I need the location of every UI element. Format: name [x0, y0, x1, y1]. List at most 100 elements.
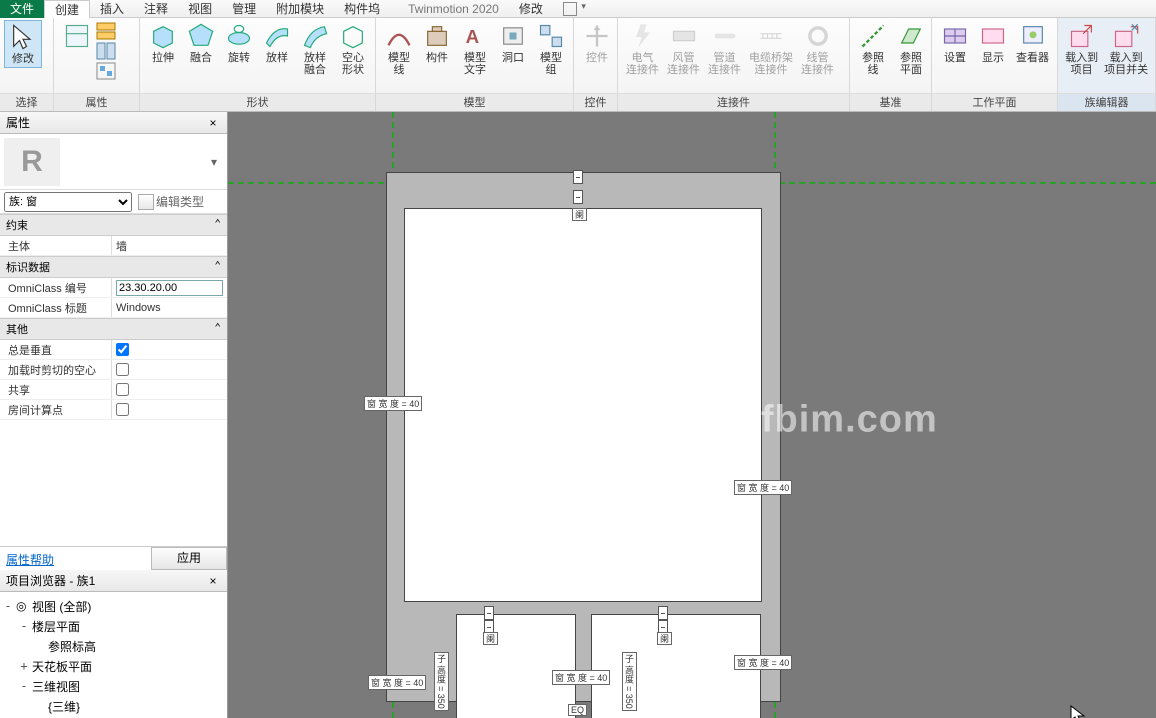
swept-blend-button[interactable]: 放样 融合 [296, 20, 334, 78]
menu-tab-goujianwu[interactable]: 构件坞 [334, 0, 390, 18]
height-tag[interactable]: 子 高度 = 350 [434, 652, 449, 711]
ribbon-group-model: 模型 线 构件 A模型 文字 洞口 模型 组 模型 [376, 18, 574, 111]
elec-icon [629, 22, 657, 50]
project-browser-header[interactable]: 项目浏览器 - 族1 × [0, 570, 227, 592]
drawing-canvas[interactable]: 阑 窗 宽 度 = 40 窗 宽 度 = 40 窗 宽 度 = 40 窗 宽 度… [228, 112, 1156, 718]
ref-line-button[interactable]: 参照 线 [854, 20, 892, 78]
section-constraint[interactable]: 约束⌃ [0, 214, 227, 236]
prop-row-host[interactable]: 主体墙 [0, 236, 227, 256]
void-button[interactable]: 空心 形状 [334, 20, 372, 78]
show-wp-icon [979, 22, 1007, 50]
menu-tab-create[interactable]: 创建 [44, 0, 90, 18]
type-props-icon[interactable] [96, 62, 116, 80]
tree-ceiling-label: 天花板平面 [32, 658, 92, 675]
viewer-wp-button[interactable]: 查看器 [1012, 20, 1053, 66]
prop-row-roomcalc[interactable]: 房间计算点 [0, 400, 227, 420]
family-category-icon[interactable] [96, 42, 116, 60]
ref-line-label: 参照 线 [862, 52, 884, 76]
properties-help-link[interactable]: 属性帮助 [0, 547, 60, 570]
section-other[interactable]: 其他⌃ [0, 318, 227, 340]
project-browser[interactable]: -◎视图 (全部) -楼层平面 参照标高 +天花板平面 -三维视图 {三维} [0, 592, 227, 718]
modify-label: 修改 [12, 53, 34, 65]
prop-row-vertical[interactable]: 总是垂直 [0, 340, 227, 360]
tree-node-3dviews[interactable]: -三维视图 [2, 676, 225, 696]
tree-node-views[interactable]: -◎视图 (全部) [2, 596, 225, 616]
roomcalc-checkbox[interactable] [116, 403, 129, 416]
dim-tag[interactable]: 窗 宽 度 = 40 [364, 396, 422, 411]
vertical-checkbox[interactable] [116, 343, 129, 356]
dim-tag[interactable]: 窗 宽 度 = 40 [552, 670, 610, 685]
close-icon[interactable]: × [205, 115, 221, 131]
dim-tag[interactable]: 窗 宽 度 = 40 [368, 675, 426, 690]
extrude-button[interactable]: 拉伸 [144, 20, 182, 66]
ref-plane-label: 参照 平面 [900, 52, 922, 76]
properties-header[interactable]: 属性 × [0, 112, 227, 134]
apply-button[interactable]: 应用 [151, 547, 227, 570]
room-main[interactable] [404, 208, 762, 602]
chevron-icon: ⌃ [214, 259, 221, 275]
prop-row-cutvoid[interactable]: 加载时剪切的空心 [0, 360, 227, 380]
load-close-button[interactable]: 载入到 项目并关 [1101, 20, 1151, 78]
menu-tab-twinmotion[interactable]: Twinmotion 2020 [398, 0, 509, 18]
tree-node-floorplans[interactable]: -楼层平面 [2, 616, 225, 636]
model-line-button[interactable]: 模型 线 [380, 20, 418, 78]
section-identity[interactable]: 标识数据⌃ [0, 256, 227, 278]
menu-tab-modify[interactable]: 修改 [509, 0, 553, 18]
type-preview[interactable]: R ▾ [0, 134, 227, 190]
dim-tag[interactable]: 窗 宽 度 = 40 [734, 480, 792, 495]
host-value[interactable]: 墙 [112, 236, 227, 255]
dim-tag-eq[interactable]: EQ [568, 704, 587, 716]
room-lower-left[interactable] [456, 614, 576, 718]
set-wp-button[interactable]: 设置 [936, 20, 974, 66]
tree-node-ceilingplans[interactable]: +天花板平面 [2, 656, 225, 676]
conduit-icon [804, 22, 832, 50]
show-wp-button[interactable]: 显示 [974, 20, 1012, 66]
ref-plane-button[interactable]: 参照 平面 [892, 20, 930, 78]
omniclass-number-input[interactable] [116, 280, 223, 296]
void-icon [339, 22, 367, 50]
menu-tab-manage[interactable]: 管理 [222, 0, 266, 18]
cutvoid-key: 加载时剪切的空心 [0, 360, 112, 379]
properties-button[interactable] [58, 20, 96, 52]
preview-dropdown-icon[interactable]: ▾ [205, 155, 223, 169]
menu-tab-view[interactable]: 视图 [178, 0, 222, 18]
menu-tab-addins[interactable]: 附加模块 [266, 0, 334, 18]
menu-tab-insert[interactable]: 插入 [90, 0, 134, 18]
modify-button[interactable]: 修改 [4, 20, 42, 68]
close-icon[interactable]: × [205, 573, 221, 589]
model-group-button[interactable]: 模型 组 [532, 20, 570, 78]
omni-title-value[interactable]: Windows [112, 298, 227, 317]
revolve-button[interactable]: 旋转 [220, 20, 258, 66]
window-marker[interactable] [573, 170, 583, 184]
conduit-label: 线管 连接件 [801, 52, 834, 76]
menu-file[interactable]: 文件 [0, 0, 44, 18]
sweep-button[interactable]: 放样 [258, 20, 296, 66]
menu-dropdown-icon[interactable] [563, 2, 577, 16]
window-marker[interactable] [484, 606, 494, 620]
height-tag[interactable]: 子 高度 = 350 [622, 652, 637, 711]
edit-type-button[interactable]: 编辑类型 [138, 193, 204, 210]
group-label-control: 控件 [574, 93, 617, 111]
family-select[interactable]: 族: 窗 [4, 192, 132, 212]
opening-button[interactable]: 洞口 [494, 20, 532, 66]
model-text-button[interactable]: A模型 文字 [456, 20, 494, 78]
window-marker[interactable] [573, 190, 583, 204]
tree-node-3d-item[interactable]: {三维} [2, 696, 225, 716]
menu-tab-annotate[interactable]: 注释 [134, 0, 178, 18]
prop-row-shared[interactable]: 共享 [0, 380, 227, 400]
property-grid: 约束⌃ 主体墙 标识数据⌃ OmniClass 编号 OmniClass 标题W… [0, 214, 227, 420]
opening-label: 洞口 [502, 52, 524, 64]
window-marker[interactable] [658, 606, 668, 620]
blend-button[interactable]: 融合 [182, 20, 220, 66]
load-project-button[interactable]: 载入到 项目 [1062, 20, 1101, 78]
tree-node-reflevel[interactable]: 参照标高 [2, 636, 225, 656]
prop-row-omniclass-number[interactable]: OmniClass 编号 [0, 278, 227, 298]
cutvoid-checkbox[interactable] [116, 363, 129, 376]
component-button[interactable]: 构件 [418, 20, 456, 66]
family-types-icon[interactable] [96, 22, 116, 40]
shared-checkbox[interactable] [116, 383, 129, 396]
dim-tag[interactable]: 窗 宽 度 = 40 [734, 655, 792, 670]
roomcalc-key: 房间计算点 [0, 400, 112, 419]
sweep-label: 放样 [266, 52, 288, 64]
prop-row-omniclass-title[interactable]: OmniClass 标题Windows [0, 298, 227, 318]
